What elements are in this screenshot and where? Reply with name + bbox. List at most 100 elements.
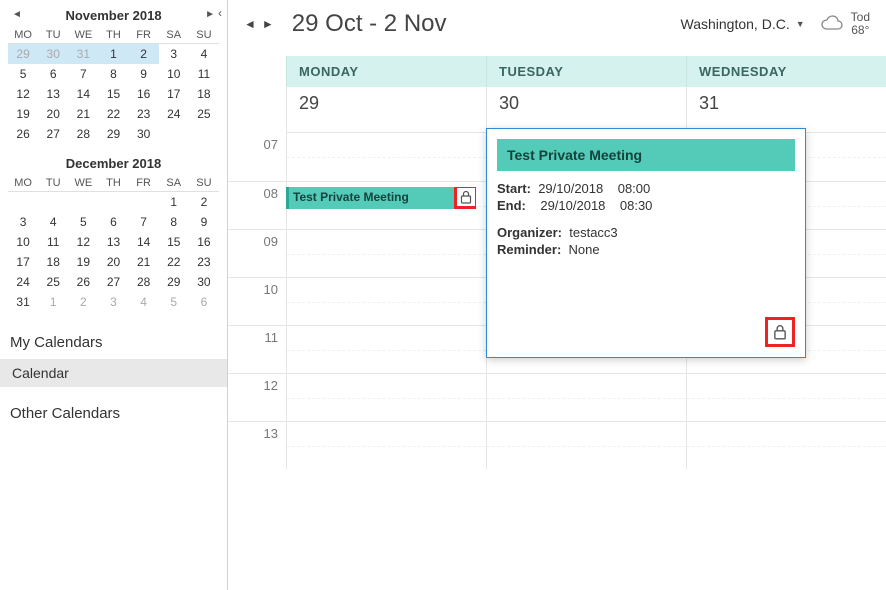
day-date-cell[interactable]: 29 bbox=[286, 87, 486, 133]
minical-day[interactable]: 21 bbox=[129, 252, 159, 272]
minical-day bbox=[129, 192, 159, 213]
minical-day[interactable]: 8 bbox=[159, 212, 189, 232]
time-slot[interactable] bbox=[286, 421, 486, 469]
prev-range-button[interactable]: ◄ bbox=[244, 17, 256, 31]
minical-day[interactable]: 26 bbox=[68, 272, 98, 292]
minical-day[interactable]: 31 bbox=[68, 44, 98, 65]
minical-day[interactable]: 1 bbox=[98, 44, 128, 65]
time-slot[interactable] bbox=[486, 373, 686, 421]
minical-day[interactable]: 27 bbox=[98, 272, 128, 292]
minical-day[interactable]: 22 bbox=[159, 252, 189, 272]
minical-day[interactable]: 4 bbox=[189, 44, 219, 65]
minical-day[interactable]: 4 bbox=[38, 212, 68, 232]
minical-day[interactable]: 28 bbox=[129, 272, 159, 292]
minical-day[interactable]: 15 bbox=[98, 84, 128, 104]
minical-day[interactable]: 29 bbox=[98, 124, 128, 144]
minical-day[interactable]: 29 bbox=[8, 44, 38, 65]
my-calendars-header[interactable]: My Calendars bbox=[0, 326, 227, 359]
minical-day[interactable]: 7 bbox=[68, 64, 98, 84]
weather-widget[interactable]: Tod 68° bbox=[819, 11, 870, 37]
minical-dow: TU bbox=[38, 27, 68, 44]
minical-day[interactable]: 9 bbox=[129, 64, 159, 84]
minical-day[interactable]: 8 bbox=[98, 64, 128, 84]
minical-day[interactable]: 24 bbox=[8, 272, 38, 292]
minical-day[interactable]: 16 bbox=[189, 232, 219, 252]
minical-day[interactable]: 18 bbox=[189, 84, 219, 104]
time-slot[interactable] bbox=[286, 277, 486, 325]
minical-day[interactable]: 20 bbox=[38, 104, 68, 124]
day-date-cell[interactable]: 30 bbox=[486, 87, 686, 133]
minical-prev-button[interactable]: ◄ bbox=[12, 9, 22, 20]
minical-day[interactable]: 1 bbox=[159, 192, 189, 213]
time-slot[interactable] bbox=[486, 421, 686, 469]
time-slot[interactable] bbox=[286, 373, 486, 421]
minical-day[interactable]: 17 bbox=[8, 252, 38, 272]
day-date-cell[interactable]: 31 bbox=[686, 87, 886, 133]
minical-day[interactable]: 2 bbox=[129, 44, 159, 65]
minical-day[interactable]: 24 bbox=[159, 104, 189, 124]
event-title: Test Private Meeting bbox=[293, 190, 409, 204]
minical-day[interactable]: 6 bbox=[38, 64, 68, 84]
weather-location-picker[interactable]: Washington, D.C. ▼ bbox=[681, 16, 805, 32]
time-slot[interactable] bbox=[286, 133, 486, 181]
calendar-list-item[interactable]: Calendar bbox=[0, 359, 227, 387]
minical-day[interactable]: 16 bbox=[129, 84, 159, 104]
minical-day[interactable]: 13 bbox=[38, 84, 68, 104]
minical-day[interactable]: 23 bbox=[189, 252, 219, 272]
minical-day[interactable]: 11 bbox=[189, 64, 219, 84]
minical-day[interactable]: 1 bbox=[38, 292, 68, 312]
minical-day[interactable]: 12 bbox=[8, 84, 38, 104]
minical-day[interactable]: 13 bbox=[98, 232, 128, 252]
minical-day[interactable]: 21 bbox=[68, 104, 98, 124]
minical-day[interactable]: 10 bbox=[8, 232, 38, 252]
minical-day[interactable]: 7 bbox=[129, 212, 159, 232]
minical-day[interactable]: 26 bbox=[8, 124, 38, 144]
minical-day[interactable]: 22 bbox=[98, 104, 128, 124]
minical-day[interactable]: 12 bbox=[68, 232, 98, 252]
minical-day[interactable]: 3 bbox=[159, 44, 189, 65]
minical-day[interactable]: 31 bbox=[8, 292, 38, 312]
time-slot[interactable] bbox=[286, 229, 486, 277]
minical-day[interactable]: 2 bbox=[189, 192, 219, 213]
minical-day[interactable]: 30 bbox=[189, 272, 219, 292]
minical-day[interactable]: 5 bbox=[8, 64, 38, 84]
minical-day[interactable]: 29 bbox=[159, 272, 189, 292]
minical-day[interactable]: 4 bbox=[129, 292, 159, 312]
minical-day[interactable]: 3 bbox=[98, 292, 128, 312]
minical-day[interactable]: 14 bbox=[129, 232, 159, 252]
minical-day[interactable]: 28 bbox=[68, 124, 98, 144]
minical-day[interactable]: 2 bbox=[68, 292, 98, 312]
minical-day[interactable]: 3 bbox=[8, 212, 38, 232]
minical-day[interactable]: 9 bbox=[189, 212, 219, 232]
minical-day[interactable]: 15 bbox=[159, 232, 189, 252]
minical-day[interactable]: 17 bbox=[159, 84, 189, 104]
next-range-button[interactable]: ► bbox=[262, 17, 274, 31]
minical-day[interactable]: 5 bbox=[159, 292, 189, 312]
other-calendars-header[interactable]: Other Calendars bbox=[0, 397, 227, 430]
day-column-header[interactable]: MONDAY bbox=[286, 56, 486, 87]
time-slot[interactable] bbox=[686, 373, 886, 421]
minical-day bbox=[8, 192, 38, 213]
time-slot[interactable] bbox=[286, 325, 486, 373]
minical-day[interactable]: 27 bbox=[38, 124, 68, 144]
minical-day[interactable]: 10 bbox=[159, 64, 189, 84]
minical-day[interactable]: 5 bbox=[68, 212, 98, 232]
minical-day[interactable]: 25 bbox=[189, 104, 219, 124]
minical-day[interactable]: 30 bbox=[38, 44, 68, 65]
calendar-event[interactable]: Test Private Meeting bbox=[286, 187, 476, 209]
minical-next-button[interactable]: ► bbox=[205, 9, 215, 20]
minical-day[interactable]: 20 bbox=[98, 252, 128, 272]
minical-day[interactable]: 19 bbox=[8, 104, 38, 124]
minical-day[interactable]: 6 bbox=[189, 292, 219, 312]
minical-day[interactable]: 18 bbox=[38, 252, 68, 272]
minical-day[interactable]: 19 bbox=[68, 252, 98, 272]
minical-day[interactable]: 30 bbox=[129, 124, 159, 144]
minical-day[interactable]: 14 bbox=[68, 84, 98, 104]
minical-day[interactable]: 6 bbox=[98, 212, 128, 232]
minical-day[interactable]: 23 bbox=[129, 104, 159, 124]
time-slot[interactable] bbox=[686, 421, 886, 469]
minical-day[interactable]: 11 bbox=[38, 232, 68, 252]
day-column-header[interactable]: WEDNESDAY bbox=[686, 56, 886, 87]
day-column-header[interactable]: TUESDAY bbox=[486, 56, 686, 87]
minical-day[interactable]: 25 bbox=[38, 272, 68, 292]
